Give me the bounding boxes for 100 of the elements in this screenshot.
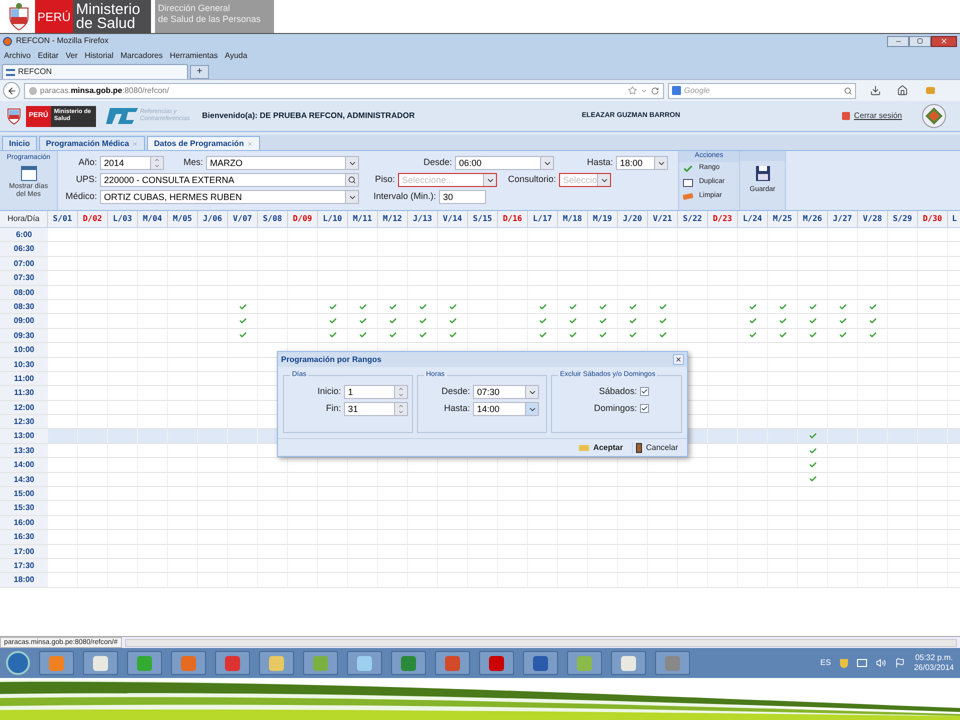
cancel-button[interactable]: Cancelar: [632, 442, 681, 454]
field-label: Consultorio:: [506, 173, 557, 186]
field-label: Piso:: [374, 173, 396, 186]
input-field[interactable]: MARZO: [206, 156, 359, 170]
input-field[interactable]: 2014: [100, 156, 164, 170]
grid-row[interactable]: 15:30: [0, 501, 960, 516]
input-field[interactable]: 220000 - CONSULTA EXTERNA: [100, 173, 359, 187]
language-indicator[interactable]: ES: [820, 657, 831, 669]
app-tab[interactable]: Inicio: [2, 136, 37, 150]
grid-row[interactable]: 16:30: [0, 530, 960, 545]
field-label: Desde:: [422, 156, 453, 170]
input-field[interactable]: 14:00: [473, 402, 539, 416]
grid-row[interactable]: 18:00: [0, 573, 960, 588]
column-header: L/10: [318, 211, 348, 227]
column-header: S/08: [258, 211, 288, 227]
grid-row[interactable]: 15:00: [0, 487, 960, 502]
grid-row[interactable]: 08:30: [0, 300, 960, 314]
app-tab[interactable]: Datos de Programación: [147, 136, 260, 150]
time-cell: 11:30: [0, 386, 48, 400]
column-header: L/03: [108, 211, 138, 227]
country-badge: PERÚ: [35, 0, 73, 33]
time-cell: 18:00: [0, 573, 48, 587]
grid-row[interactable]: 6:00: [0, 228, 960, 242]
field-label: Médico:: [64, 190, 98, 204]
logout-link[interactable]: Cerrar sesión: [854, 110, 902, 122]
time-cell: 06:30: [0, 242, 48, 256]
column-header: M/12: [378, 211, 408, 227]
input-field[interactable]: 06:00: [455, 156, 554, 170]
time-cell: 17:00: [0, 544, 48, 558]
time-cell: 14:30: [0, 472, 48, 486]
input-field[interactable]: 30: [439, 190, 486, 204]
time-cell: 07:30: [0, 271, 48, 285]
column-header: S/22: [678, 211, 708, 227]
browser-tab[interactable]: REFCON: [2, 64, 188, 79]
accept-button[interactable]: Aceptar: [576, 442, 626, 454]
column-header: Hora/Día: [0, 211, 48, 227]
column-header: J/27: [828, 211, 858, 227]
time-cell: 13:00: [0, 429, 48, 443]
field-label: UPS:: [74, 173, 98, 186]
time-cell: 09:30: [0, 328, 48, 342]
column-header: L/17: [528, 211, 558, 227]
input-field[interactable]: 07:30: [473, 385, 539, 399]
grid-row[interactable]: 08:00: [0, 286, 960, 300]
clock[interactable]: 05:32 p.m. 26/03/2014: [914, 653, 954, 673]
grid-row[interactable]: 09:30: [0, 328, 960, 344]
column-header: S/15: [468, 211, 498, 227]
address-bar[interactable]: paracas.minsa.gob.pe:8080/refcon/: [24, 82, 664, 98]
grid-row[interactable]: 14:00: [0, 458, 960, 473]
time-cell: 16:00: [0, 516, 48, 530]
menu-item[interactable]: Herramientas: [170, 50, 218, 62]
input-field[interactable]: ORTIZ CUBAS, HERMES RUBEN: [100, 190, 359, 204]
office-box: Dirección General de Salud de las Personas: [155, 0, 274, 33]
field-label: Fin:: [324, 402, 342, 416]
menu-item[interactable]: Marcadores: [120, 50, 163, 62]
time-cell: 17:30: [0, 558, 48, 572]
time-cell: 09:00: [0, 314, 48, 328]
menu-item[interactable]: Ver: [66, 50, 78, 62]
field-label: Desde:: [440, 385, 471, 398]
column-header: D/23: [708, 211, 738, 227]
menu-item[interactable]: Historial: [84, 50, 114, 62]
new-tab-button[interactable]: +: [190, 65, 209, 79]
menu-item[interactable]: Editar: [38, 50, 59, 62]
menu-item[interactable]: Ayuda: [224, 50, 248, 62]
field-label: Inicio:: [316, 385, 342, 398]
grid-row[interactable]: 06:30: [0, 242, 960, 257]
time-cell: 13:30: [0, 444, 48, 458]
welcome-text: Bienvenido(a): DE PRUEBA REFCON, ADMINISTRADOR: [202, 110, 415, 122]
column-header: M/25: [768, 211, 798, 227]
time-cell: 10:00: [0, 343, 48, 357]
column-header: J/13: [408, 211, 438, 227]
grid-row[interactable]: 07:30: [0, 271, 960, 286]
input-field[interactable]: 31: [344, 402, 408, 416]
field-label: Intervalo (Min.):: [372, 190, 437, 204]
grid-row[interactable]: 17:30: [0, 558, 960, 574]
input-field[interactable]: 1: [344, 385, 408, 399]
time-cell: 10:30: [0, 358, 48, 371]
column-header: V/07: [228, 211, 258, 227]
column-header: V/14: [438, 211, 468, 227]
grid-row[interactable]: 09:00: [0, 314, 960, 329]
column-header: M/05: [168, 211, 198, 227]
time-cell: 14:00: [0, 458, 48, 472]
grid-row[interactable]: 14:30: [0, 472, 960, 488]
column-header: D/09: [288, 211, 318, 227]
app-tab[interactable]: Programación Médica: [38, 136, 146, 150]
field-label: Hasta:: [586, 156, 614, 170]
time-cell: 08:00: [0, 286, 48, 299]
grid-row[interactable]: 16:00: [0, 516, 960, 530]
input-field[interactable]: 18:00: [616, 156, 668, 170]
time-cell: 11:00: [0, 372, 48, 386]
field-label: Año:: [77, 156, 98, 170]
grid-row[interactable]: 17:00: [0, 544, 960, 559]
column-header: D/02: [78, 211, 108, 227]
grid-row[interactable]: 07:00: [0, 256, 960, 272]
field-label: Domingos:: [592, 402, 638, 415]
time-cell: 6:00: [0, 228, 48, 242]
window-title: REFCON - Mozilla Firefox: [16, 35, 108, 47]
menu-item[interactable]: Archivo: [4, 50, 31, 62]
column-header: V/28: [858, 211, 888, 227]
column-header: M/19: [588, 211, 618, 227]
field-label: Sábados:: [598, 385, 638, 398]
